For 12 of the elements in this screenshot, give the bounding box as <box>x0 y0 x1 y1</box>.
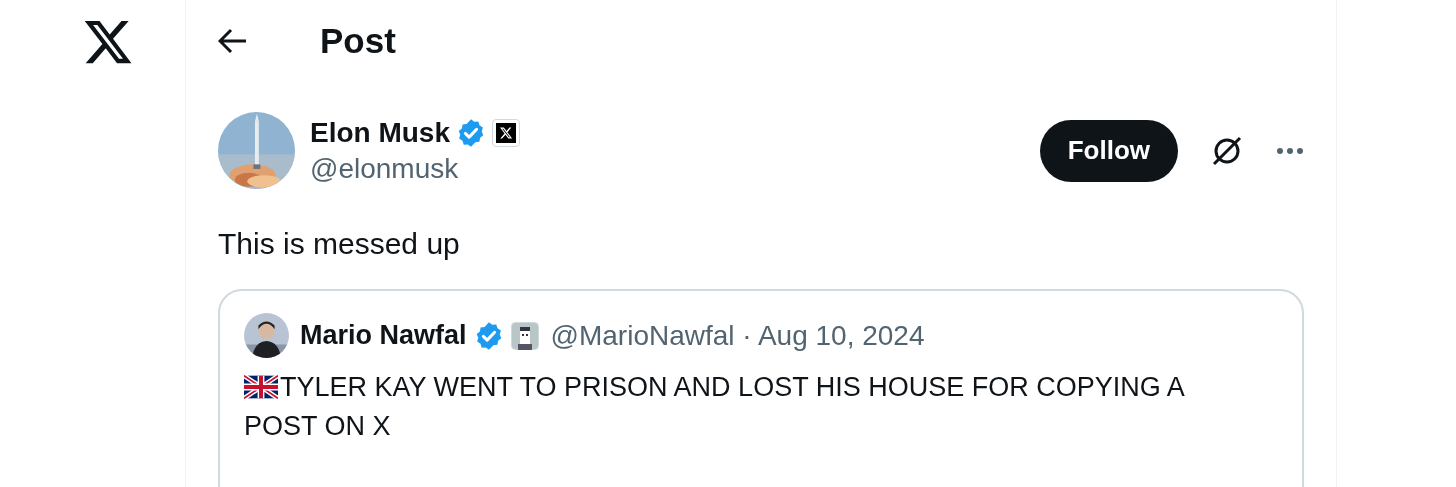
quoted-post-card[interactable]: Mario Nawfal @MarioNawfal · Aug 10, 2024 TYLER KAY WENT TO PRISON AND LOST HIS HOUSE FOR COPYING A POST ON X <box>218 289 1304 487</box>
page-title: Post <box>320 21 396 61</box>
follow-button[interactable]: Follow <box>1039 119 1178 182</box>
post-text: This is messed up <box>218 227 461 261</box>
quoted-handle-and-date[interactable]: @MarioNawfal · Aug 10, 2024 <box>550 319 925 352</box>
verified-icon <box>456 117 486 148</box>
more-icon[interactable] <box>1276 146 1304 155</box>
quoted-author-name[interactable]: Mario Nawfal <box>300 320 467 351</box>
author-handle[interactable]: @elonmusk <box>310 152 1040 185</box>
back-arrow-icon[interactable] <box>218 28 248 54</box>
quoted-post-text: TYLER KAY WENT TO PRISON AND LOST HIS HOUSE FOR COPYING A POST ON X <box>244 371 1185 444</box>
author-name[interactable]: Elon Musk <box>310 116 450 149</box>
